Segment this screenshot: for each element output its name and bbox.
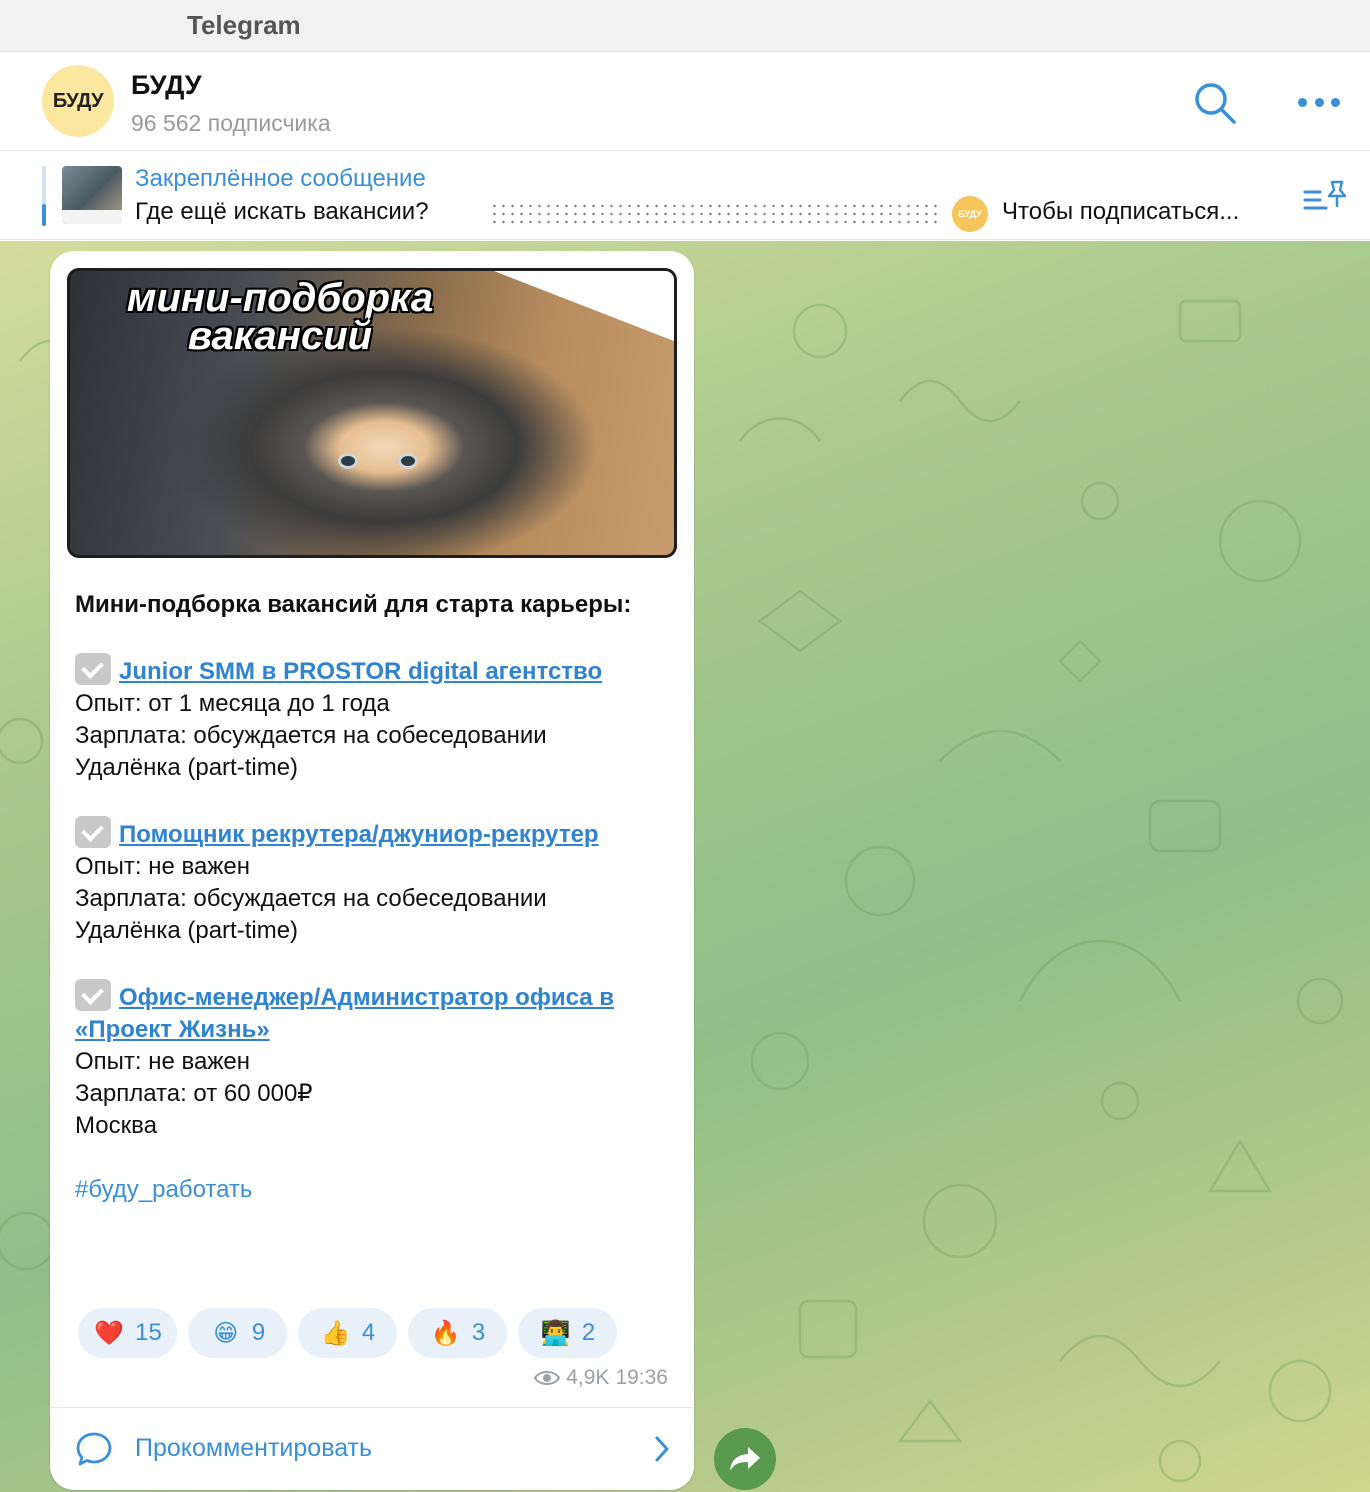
image-caption-line1: мини-подборка bbox=[126, 276, 434, 320]
fire-icon: 🔥 bbox=[430, 1319, 461, 1347]
pinned-spoiler bbox=[490, 202, 940, 226]
chevron-right-icon bbox=[655, 1436, 669, 1462]
kitten-eyes bbox=[338, 453, 418, 473]
job-item: Помощник рекрутера/джуниор-рекрутер Опыт… bbox=[75, 816, 675, 947]
grin-icon: 😁 bbox=[213, 1319, 239, 1347]
reaction-heart[interactable]: ❤️ 15 bbox=[78, 1308, 177, 1358]
job-experience: Опыт: от 1 месяца до 1 года bbox=[75, 690, 390, 717]
pinned-title: Закреплённое сообщение bbox=[135, 165, 426, 192]
heart-icon: ❤️ bbox=[94, 1319, 125, 1347]
check-icon bbox=[75, 653, 111, 685]
reaction-count: 9 bbox=[251, 1319, 266, 1346]
pinned-message-bar[interactable]: Закреплённое сообщение Где ещё искать ва… bbox=[0, 152, 1370, 240]
job-item: Junior SMM в PROSTOR digital агентство О… bbox=[75, 653, 675, 784]
avatar-text: БУДУ bbox=[52, 89, 104, 112]
job-salary: Зарплата: обсуждается на собеседовании bbox=[75, 722, 547, 749]
post-intro: Мини-подборка вакансий для старта карьер… bbox=[75, 591, 632, 618]
job-link[interactable]: Помощник рекрутера/джуниор-рекрутер bbox=[119, 821, 599, 848]
chat-header: БУДУ БУДУ 96 562 подписчика bbox=[0, 52, 1370, 151]
reaction-thumbs-up[interactable]: 👍 4 bbox=[298, 1308, 397, 1358]
pinned-mini-avatar: БУДУ bbox=[952, 196, 988, 232]
eye-icon bbox=[534, 1371, 561, 1385]
subscriber-count: 96 562 подписчика bbox=[131, 110, 331, 136]
job-link[interactable]: Офис-менеджер/Администратор офиса в «Про… bbox=[75, 984, 614, 1043]
hashtag-link[interactable]: #буду_работать bbox=[75, 1174, 675, 1206]
view-count: 4,9K bbox=[566, 1366, 610, 1389]
window-titlebar: Telegram bbox=[0, 0, 1370, 52]
reaction-fire[interactable]: 🔥 3 bbox=[408, 1308, 507, 1358]
more-icon[interactable] bbox=[1298, 88, 1340, 116]
comment-icon bbox=[76, 1432, 112, 1466]
pinned-thumbnail bbox=[62, 166, 122, 224]
job-salary: Зарплата: от 60 000₽ bbox=[75, 1080, 313, 1107]
job-experience: Опыт: не важен bbox=[75, 1048, 250, 1075]
reaction-count: 4 bbox=[361, 1319, 376, 1346]
job-experience: Опыт: не важен bbox=[75, 853, 250, 880]
reaction-count: 2 bbox=[581, 1319, 596, 1346]
app-title: Telegram bbox=[187, 10, 301, 40]
post-image[interactable]: мини-подборка вакансий bbox=[67, 268, 677, 558]
reactions-row: ❤️ 15 😁 9 👍 4 🔥 3 👨‍💻 2 bbox=[78, 1308, 617, 1358]
pinned-text: Где ещё искать вакансии? bbox=[135, 198, 429, 225]
pinned-tail-text: Чтобы подписаться... bbox=[1002, 198, 1240, 225]
message-text: Мини-подборка вакансий для старта карьер… bbox=[75, 589, 675, 1206]
channel-name[interactable]: БУДУ bbox=[131, 70, 202, 101]
job-item: Офис-менеджер/Администратор офиса в «Про… bbox=[75, 979, 675, 1142]
message-bubble: мини-подборка вакансий Мини-подборка вак… bbox=[50, 251, 694, 1490]
technologist-icon: 👨‍💻 bbox=[540, 1319, 571, 1347]
job-format: Москва bbox=[75, 1112, 157, 1139]
reaction-grin[interactable]: 😁 9 bbox=[188, 1308, 287, 1358]
reaction-count: 15 bbox=[135, 1319, 162, 1346]
channel-avatar[interactable]: БУДУ bbox=[42, 65, 114, 137]
reaction-count: 3 bbox=[471, 1319, 486, 1346]
forward-icon[interactable] bbox=[714, 1428, 776, 1490]
pinned-indicator-active bbox=[42, 204, 46, 226]
search-icon[interactable] bbox=[1192, 80, 1238, 126]
comment-button[interactable]: Прокомментировать bbox=[50, 1407, 694, 1490]
comment-label: Прокомментировать bbox=[135, 1434, 373, 1462]
check-icon bbox=[75, 816, 111, 848]
reaction-technologist[interactable]: 👨‍💻 2 bbox=[518, 1308, 617, 1358]
pinned-list-icon[interactable] bbox=[1302, 178, 1348, 218]
job-link[interactable]: Junior SMM в PROSTOR digital агентство bbox=[119, 658, 602, 685]
message-meta: 4,9K 19:36 bbox=[534, 1366, 668, 1390]
image-caption: мини-подборка вакансий bbox=[90, 276, 470, 358]
job-salary: Зарплата: обсуждается на собеседовании bbox=[75, 885, 547, 912]
message-time: 19:36 bbox=[615, 1366, 668, 1389]
job-format: Удалёнка (part-time) bbox=[75, 754, 299, 781]
image-paper-corner bbox=[494, 271, 674, 341]
thumbs-up-icon: 👍 bbox=[320, 1319, 351, 1347]
job-format: Удалёнка (part-time) bbox=[75, 917, 299, 944]
image-caption-line2: вакансий bbox=[187, 314, 373, 358]
check-icon bbox=[75, 979, 111, 1011]
